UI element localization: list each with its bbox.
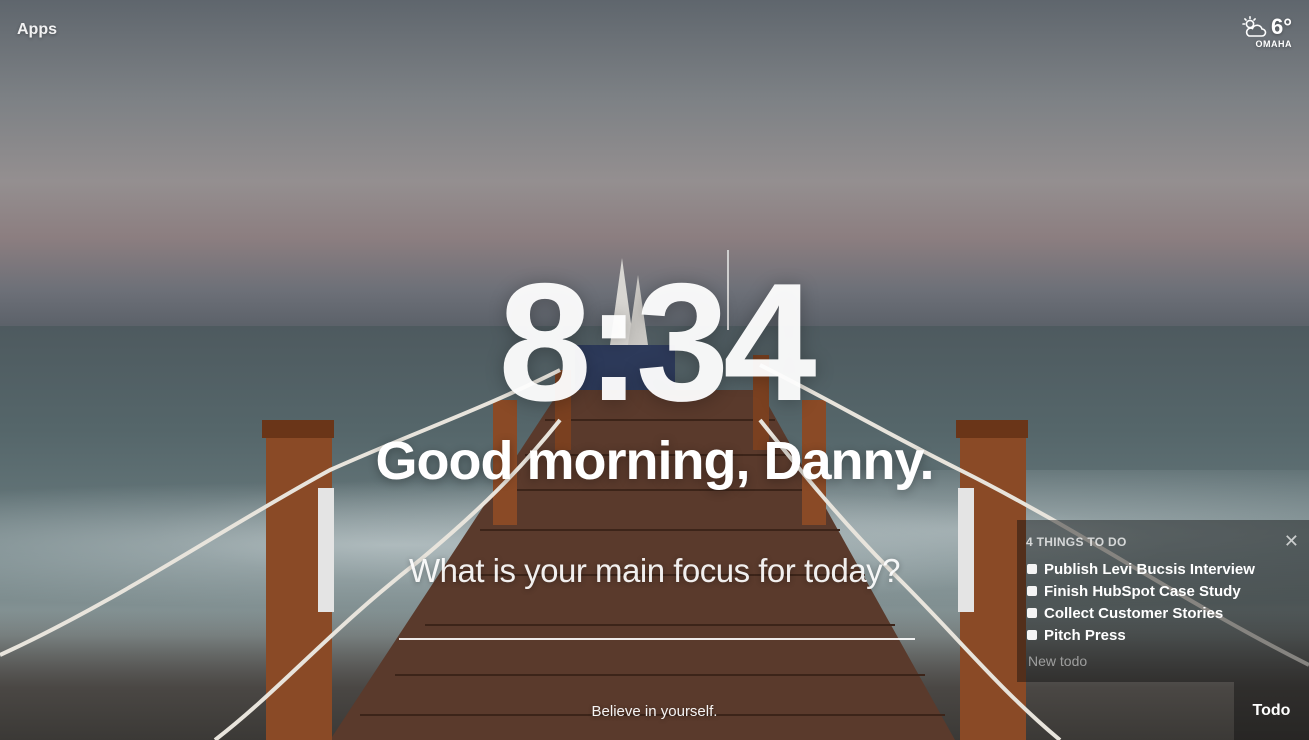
greeting-text: Good morning, Danny. <box>375 431 935 491</box>
todo-heading: 4 THINGS TO DO <box>1026 535 1127 549</box>
todo-checkbox[interactable] <box>1027 608 1037 618</box>
todo-checkbox[interactable] <box>1027 630 1037 640</box>
todo-item: Pitch Press <box>1027 624 1255 646</box>
apps-link[interactable]: Apps <box>17 21 57 39</box>
daily-quote[interactable]: Believe in yourself. <box>0 703 1309 720</box>
todo-checkbox[interactable] <box>1027 564 1037 574</box>
todo-item: Collect Customer Stories <box>1027 602 1255 624</box>
close-icon[interactable]: ✕ <box>1284 532 1299 550</box>
pier-lamp <box>958 488 974 612</box>
todo-item-label[interactable]: Finish HubSpot Case Study <box>1044 583 1241 600</box>
clock-time: 8:34 <box>498 248 816 436</box>
new-todo-input[interactable] <box>1026 650 1290 672</box>
pier-lamp <box>318 488 334 612</box>
todo-checkbox[interactable] <box>1027 586 1037 596</box>
partly-cloudy-icon <box>1242 16 1267 37</box>
weather-temperature: 6° <box>1270 14 1292 39</box>
todo-item: Finish HubSpot Case Study <box>1027 580 1255 602</box>
todo-toggle-button[interactable]: Todo <box>1234 682 1309 740</box>
todo-list: Publish Levi Bucsis Interview Finish Hub… <box>1027 558 1255 646</box>
todo-panel: 4 THINGS TO DO ✕ Publish Levi Bucsis Int… <box>1017 520 1309 682</box>
focus-input[interactable] <box>399 604 915 640</box>
weather-location: OMAHA <box>1255 39 1292 49</box>
todo-item-label[interactable]: Pitch Press <box>1044 627 1126 644</box>
todo-item-label[interactable]: Collect Customer Stories <box>1044 605 1223 622</box>
todo-item-label[interactable]: Publish Levi Bucsis Interview <box>1044 561 1255 578</box>
weather-widget[interactable]: 6° OMAHA <box>1241 14 1292 49</box>
todo-item: Publish Levi Bucsis Interview <box>1027 558 1255 580</box>
